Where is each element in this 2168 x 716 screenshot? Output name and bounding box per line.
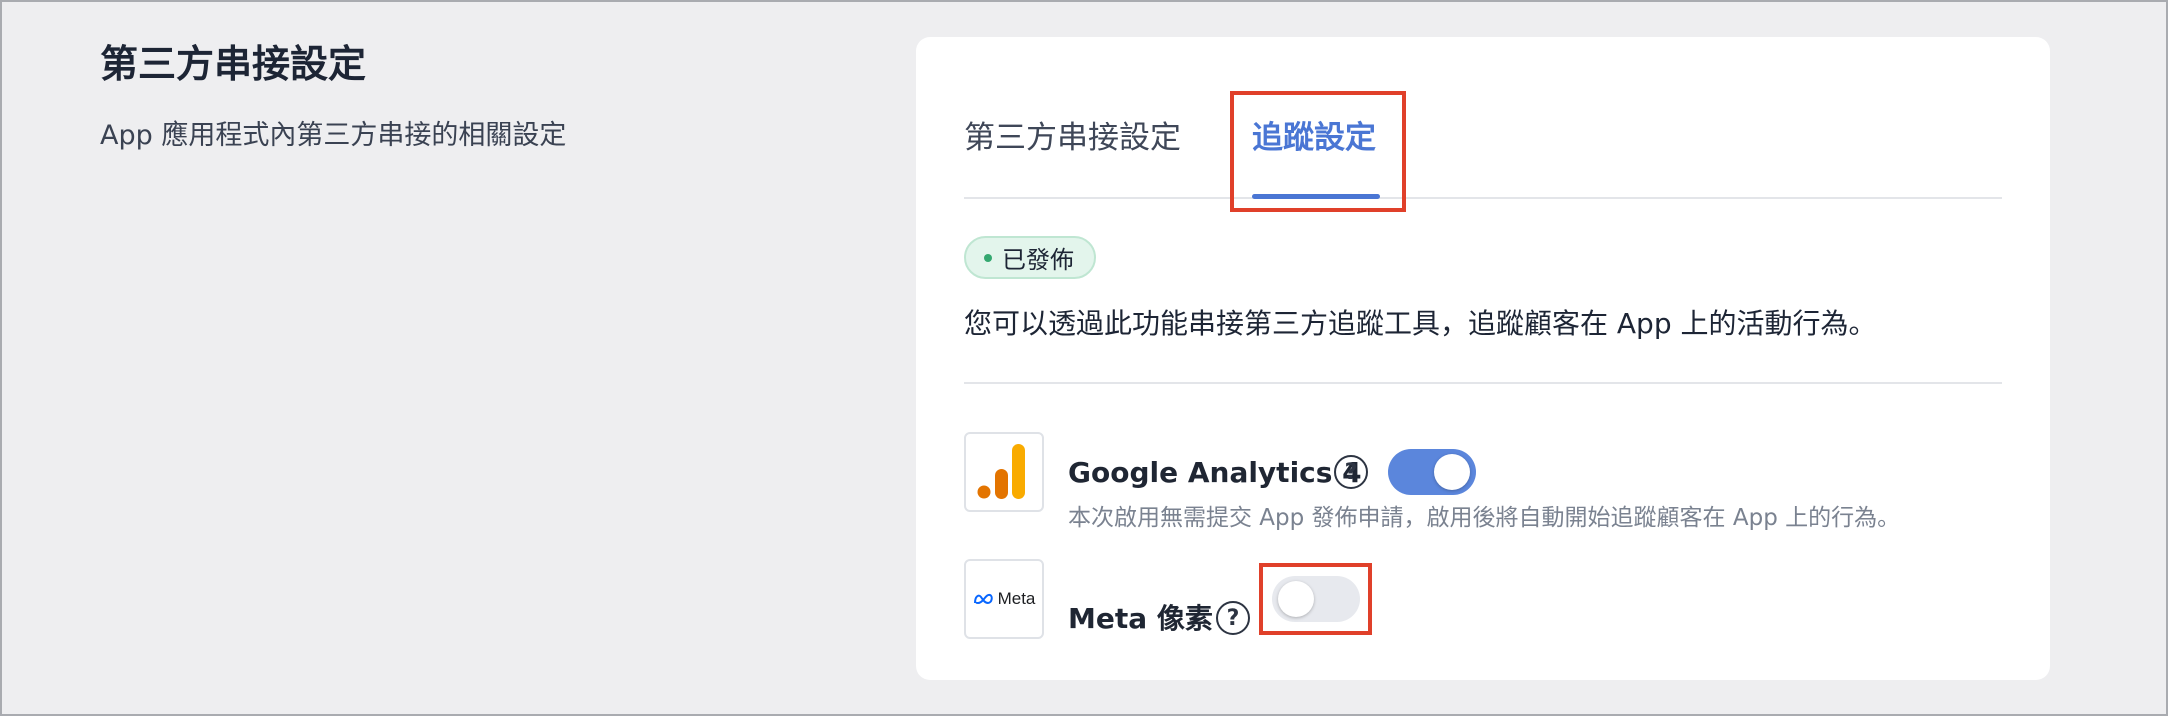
status-badge-label: 已發佈 bbox=[1002, 246, 1074, 274]
status-dot-icon bbox=[984, 253, 992, 262]
settings-card: 第三方串接設定 追蹤設定 已發佈 您可以透過此功能串接第三方追蹤工具，追蹤顧客在… bbox=[916, 37, 2050, 680]
section-header: 第三方串接設定 App 應用程式內第三方串接的相關設定 bbox=[100, 36, 820, 156]
toggle-knob bbox=[1434, 454, 1470, 490]
status-badge: 已發佈 bbox=[964, 236, 1096, 279]
tab-tracking-settings[interactable]: 追蹤設定 bbox=[1252, 115, 1376, 161]
meta-pixel-toggle[interactable] bbox=[1272, 576, 1360, 622]
divider bbox=[964, 382, 2002, 384]
meta-logo-icon: Meta bbox=[964, 559, 1044, 639]
ga4-toggle[interactable] bbox=[1388, 449, 1476, 495]
tab-third-party-integration[interactable]: 第三方串接設定 bbox=[964, 115, 1181, 161]
integration-description-ga4: 本次啟用無需提交 App 發佈申請，啟用後將自動開始追蹤顧客在 App 上的行為… bbox=[1068, 505, 1901, 531]
integration-name-meta: Meta 像素 bbox=[1068, 602, 1213, 635]
help-icon[interactable]: ? bbox=[1334, 455, 1368, 489]
toggle-knob bbox=[1278, 581, 1314, 617]
page-title: 第三方串接設定 bbox=[100, 42, 367, 86]
google-analytics-logo-icon bbox=[964, 432, 1044, 512]
help-icon[interactable]: ? bbox=[1216, 601, 1250, 635]
active-tab-indicator bbox=[1252, 194, 1380, 199]
meta-logo-text: Meta bbox=[997, 589, 1036, 608]
integration-name-ga4: Google Analytics 4 bbox=[1068, 456, 1362, 489]
tab-bar: 第三方串接設定 追蹤設定 bbox=[964, 37, 2002, 199]
page-description: App 應用程式內第三方串接的相關設定 bbox=[100, 120, 567, 151]
intro-text: 您可以透過此功能串接第三方追蹤工具，追蹤顧客在 App 上的活動行為。 bbox=[964, 307, 1877, 340]
